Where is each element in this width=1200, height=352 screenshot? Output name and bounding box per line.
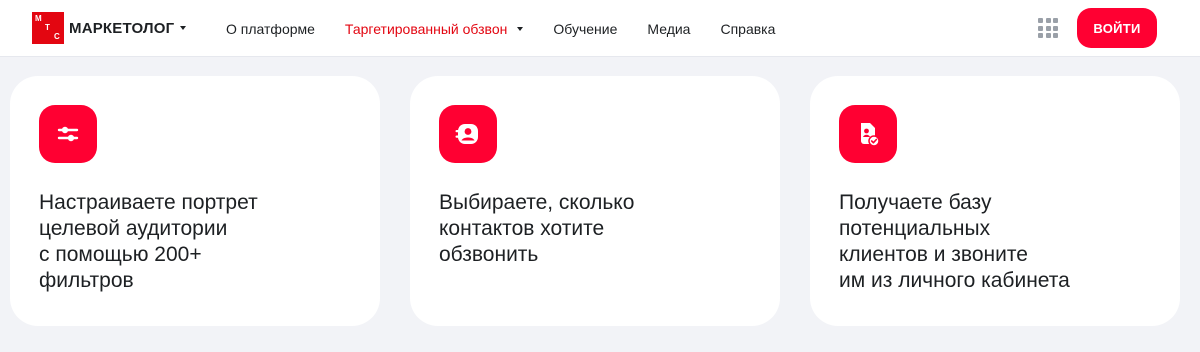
chevron-down-icon [180, 26, 187, 30]
top-header: М Т С МАРКЕТОЛОГ О платформе Таргетирова… [0, 0, 1200, 57]
card-description: Настраиваете портрет целевой аудитории с… [39, 191, 258, 292]
nav-item-media[interactable]: Медиа [647, 21, 690, 37]
mts-logo-icon: М Т С [32, 12, 64, 44]
nav-item-about-platform[interactable]: О платформе [226, 21, 315, 37]
feature-card-contacts: Выбираете, сколько контактов хотите обзв… [410, 76, 780, 326]
contact-icon [439, 105, 497, 163]
chevron-down-icon [517, 26, 524, 31]
main-nav: О платформе Таргетированный обзвон Обуче… [226, 0, 805, 57]
mts-marketolog-logo[interactable]: М Т С МАРКЕТОЛОГ [32, 12, 187, 44]
login-button[interactable]: ВОЙТИ [1077, 8, 1157, 48]
logo-text: МАРКЕТОЛОГ [69, 19, 175, 37]
nav-item-learning[interactable]: Обучение [553, 21, 617, 37]
document-check-icon [839, 105, 897, 163]
apps-grid-icon[interactable] [1038, 18, 1058, 38]
nav-item-targeted-calling[interactable]: Таргетированный обзвон [345, 21, 524, 37]
card-description: Выбираете, сколько контактов хотите обзв… [439, 191, 635, 266]
card-description: Получаете базу потенциальных клиентов и … [839, 191, 1070, 292]
nav-item-help[interactable]: Справка [720, 21, 775, 37]
feature-card-database: Получаете базу потенциальных клиентов и … [810, 76, 1180, 326]
feature-card-targeting: Настраиваете портрет целевой аудитории с… [10, 76, 380, 326]
sliders-icon [39, 105, 97, 163]
